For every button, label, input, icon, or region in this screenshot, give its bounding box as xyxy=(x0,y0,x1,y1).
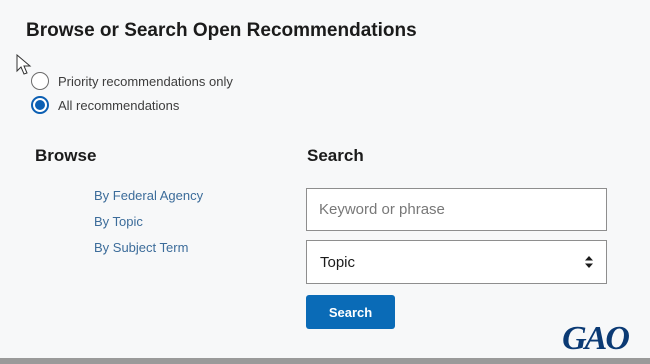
all-recommendations-label: All recommendations xyxy=(58,97,180,113)
keyword-search-input[interactable] xyxy=(306,188,607,231)
browse-by-subject-term-link[interactable]: By Subject Term xyxy=(94,240,188,255)
page-title: Browse or Search Open Recommendations xyxy=(26,20,417,41)
svg-text:GAO: GAO xyxy=(562,320,629,354)
priority-only-radio[interactable] xyxy=(31,72,49,90)
bottom-bar xyxy=(0,358,650,364)
all-recommendations-option[interactable]: All recommendations xyxy=(31,96,179,114)
topic-select-value: Topic xyxy=(320,253,356,271)
browse-heading: Browse xyxy=(35,146,97,165)
search-button[interactable]: Search xyxy=(306,295,395,329)
all-recommendations-radio[interactable] xyxy=(31,96,49,114)
search-heading: Search xyxy=(307,146,364,165)
browse-by-topic-link[interactable]: By Topic xyxy=(94,214,143,229)
browse-by-federal-agency-link[interactable]: By Federal Agency xyxy=(94,188,203,203)
gao-logo: GAO xyxy=(562,320,631,354)
priority-only-label: Priority recommendations only xyxy=(58,73,233,89)
select-arrows-icon xyxy=(585,256,593,268)
topic-select[interactable]: Topic xyxy=(306,240,607,284)
priority-only-option[interactable]: Priority recommendations only xyxy=(31,72,233,90)
